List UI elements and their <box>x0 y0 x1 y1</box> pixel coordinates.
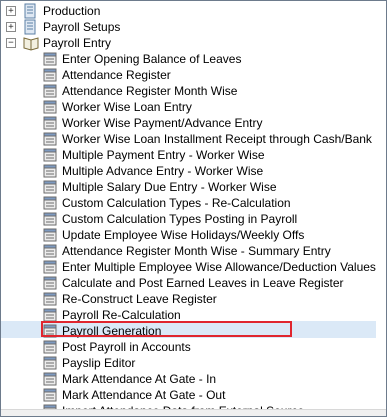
tree-node-label: Custom Calculation Types - Re-Calculatio… <box>62 196 291 210</box>
tree-node-label: Enter Opening Balance of Leaves <box>62 52 242 66</box>
tree-node-label: Worker Wise Payment/Advance Entry <box>62 116 263 130</box>
collapse-icon[interactable]: − <box>6 38 16 48</box>
tree-node-label: Mark Attendance At Gate - Out <box>62 388 226 402</box>
tree-node-label: Attendance Register Month Wise - Summary… <box>62 244 331 258</box>
tree-node-label: Production <box>43 4 101 18</box>
tree-node-payroll-entry-child[interactable]: Custom Calculation Types Posting in Payr… <box>1 211 376 227</box>
highlight-annotation-box <box>41 321 292 337</box>
tree-node-payroll-setups[interactable]: + Payroll Setups <box>1 19 376 35</box>
expand-icon[interactable]: + <box>6 6 16 16</box>
tree-node-label: Payslip Editor <box>62 356 136 370</box>
tree-node-production[interactable]: + Production <box>1 3 376 19</box>
tree-node-payroll-entry-child[interactable]: Multiple Salary Due Entry - Worker Wise <box>1 179 376 195</box>
horizontal-scrollbar[interactable] <box>1 409 386 416</box>
tree-node-payroll-entry-child[interactable]: Worker Wise Loan Entry <box>1 99 376 115</box>
tree-node-label: Multiple Advance Entry - Worker Wise <box>62 164 264 178</box>
tree-node-label: Payroll Setups <box>43 20 121 34</box>
expand-icon[interactable]: + <box>6 22 16 32</box>
tree-node-label: Multiple Payment Entry - Worker Wise <box>62 148 265 162</box>
tree-node-payroll-entry-child[interactable]: Update Employee Wise Holidays/Weekly Off… <box>1 227 376 243</box>
tree-node-label: Attendance Register Month Wise <box>62 84 238 98</box>
tree-node-payroll-entry-child[interactable]: Attendance Register Month Wise - Summary… <box>1 243 376 259</box>
tree-node-label: Re-Construct Leave Register <box>62 292 217 306</box>
tree-node-payroll-entry[interactable]: − Payroll Entry <box>1 35 376 51</box>
tree-node-payroll-entry-child[interactable]: Multiple Payment Entry - Worker Wise <box>1 147 376 163</box>
tree-node-payroll-entry-child[interactable]: Attendance Register Month Wise <box>1 83 376 99</box>
tree-node-label: Post Payroll in Accounts <box>62 340 191 354</box>
tree-node-payroll-entry-child[interactable]: Mark Attendance At Gate - Out <box>1 387 376 403</box>
tree-node-payroll-entry-child[interactable]: Custom Calculation Types - Re-Calculatio… <box>1 195 376 211</box>
tree-node-payroll-entry-child[interactable]: Post Payroll in Accounts <box>1 339 376 355</box>
tree-node-payroll-entry-child[interactable]: Re-Construct Leave Register <box>1 291 376 307</box>
tree-node-payroll-entry-child[interactable]: Payslip Editor <box>1 355 376 371</box>
tree-node-label: Enter Multiple Employee Wise Allowance/D… <box>62 260 376 274</box>
tree-node-payroll-entry-child[interactable]: Worker Wise Loan Installment Receipt thr… <box>1 131 376 147</box>
tree-node-label: Mark Attendance At Gate - In <box>62 372 217 386</box>
tree-node-label: Attendance Register <box>62 68 171 82</box>
tree-node-label: Worker Wise Loan Entry <box>62 100 192 114</box>
tree-node-payroll-entry-child[interactable]: Multiple Advance Entry - Worker Wise <box>1 163 376 179</box>
tree-node-label: Multiple Salary Due Entry - Worker Wise <box>62 180 277 194</box>
tree-node-payroll-entry-child[interactable]: Worker Wise Payment/Advance Entry <box>1 115 376 131</box>
tree-node-payroll-entry-child[interactable]: Mark Attendance At Gate - In <box>1 371 376 387</box>
tree-node-label: Custom Calculation Types Posting in Payr… <box>62 212 298 226</box>
tree-view[interactable]: + Production + Payroll Setups − Payroll … <box>0 0 387 417</box>
tree-node-payroll-entry-child[interactable]: Enter Opening Balance of Leaves <box>1 51 376 67</box>
tree-node-label: Payroll Entry <box>43 36 112 50</box>
tree-node-payroll-entry-child[interactable]: Enter Multiple Employee Wise Allowance/D… <box>1 259 376 275</box>
tree-node-label: Worker Wise Loan Installment Receipt thr… <box>62 132 372 146</box>
tree-node-payroll-entry-child[interactable]: Calculate and Post Earned Leaves in Leav… <box>1 275 376 291</box>
tree-node-label: Update Employee Wise Holidays/Weekly Off… <box>62 228 305 242</box>
tree-node-payroll-entry-child[interactable]: Attendance Register <box>1 67 376 83</box>
tree-node-label: Calculate and Post Earned Leaves in Leav… <box>62 276 344 290</box>
